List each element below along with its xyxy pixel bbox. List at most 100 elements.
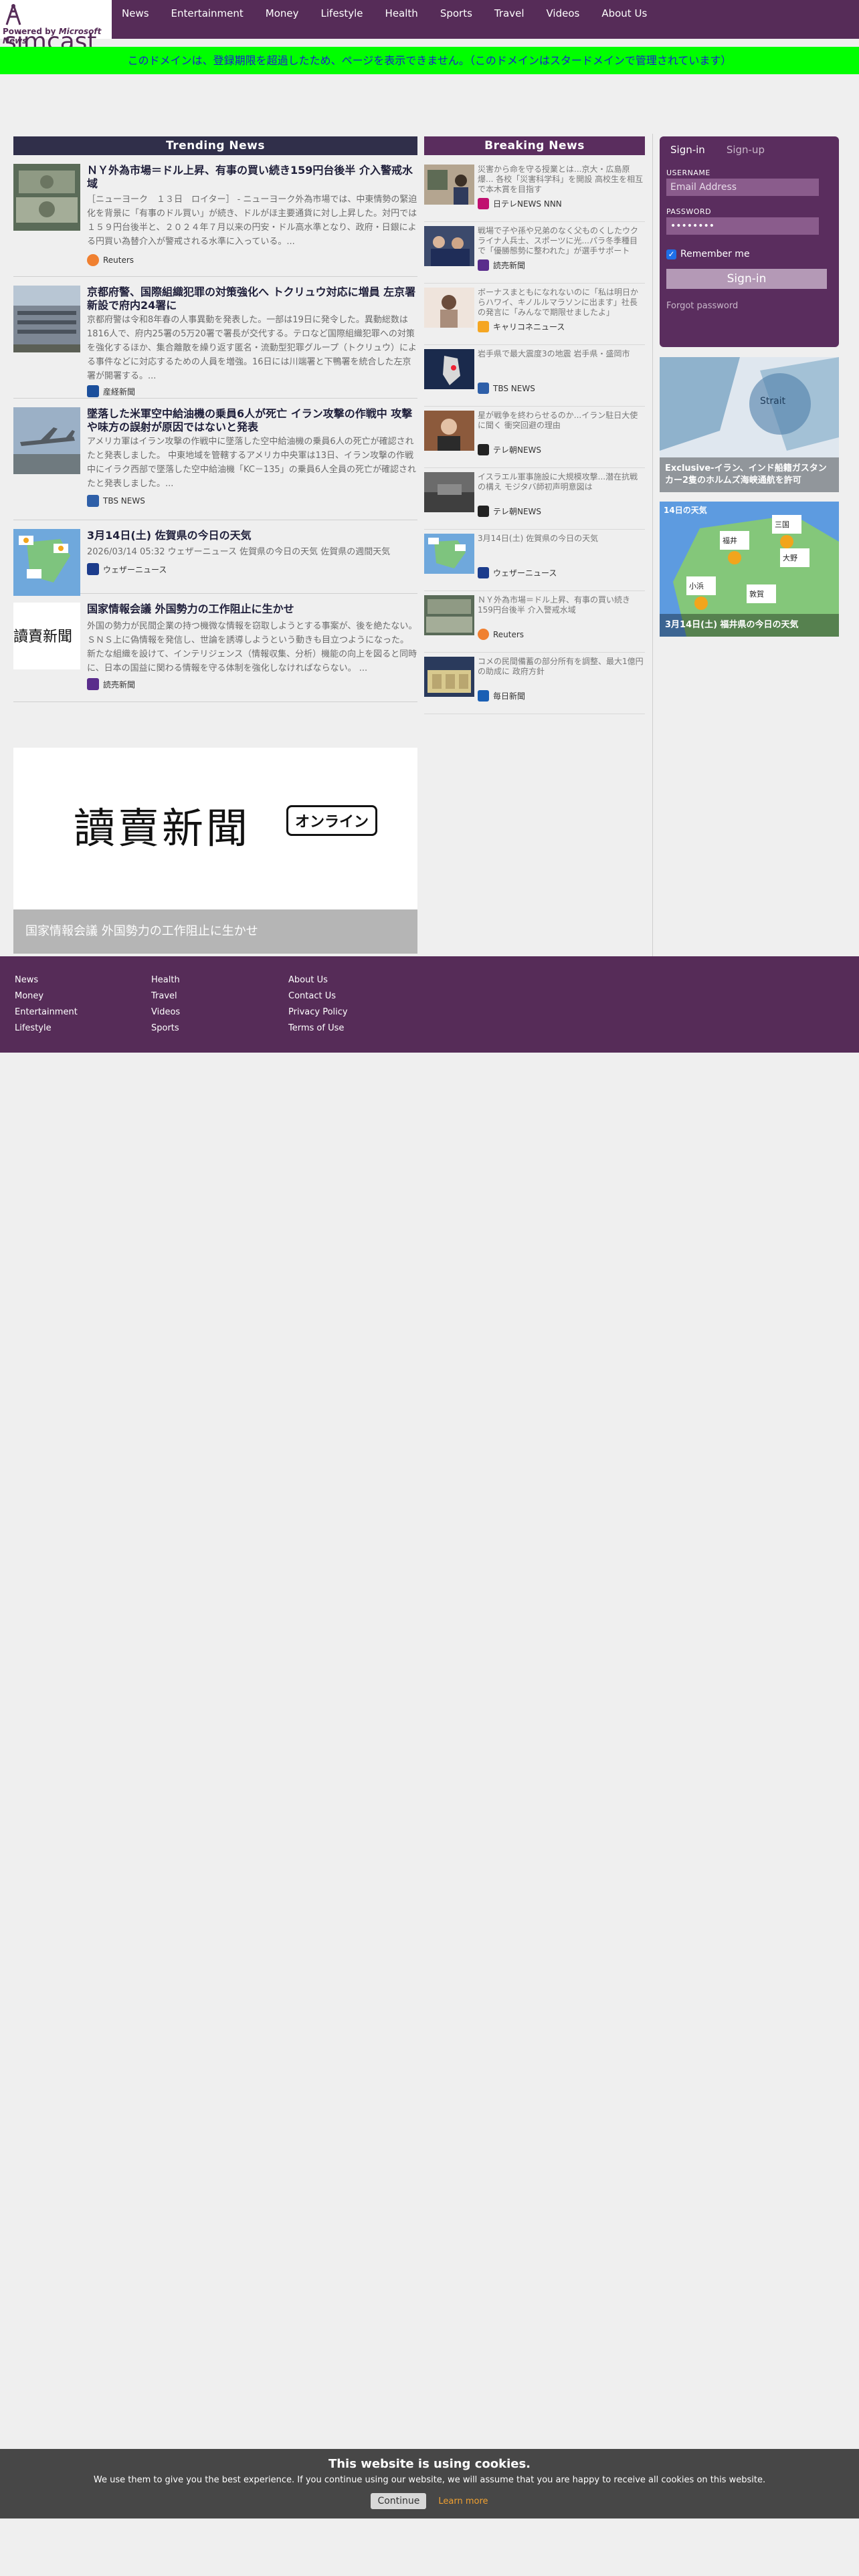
nav-about[interactable]: About Us [601, 0, 658, 27]
weather-map-title: 14日の天気 [664, 506, 707, 515]
nav-videos[interactable]: Videos [547, 0, 591, 27]
source-name: Reuters [493, 629, 524, 639]
trending-title[interactable]: 墜落した米軍空中給油機の乗員6人が死亡 イラン攻撃の作戦中 攻撃や味方の誤射が原… [87, 407, 417, 434]
breaking-item[interactable]: 戦場で子や孫や兄弟のなく父ものくしたウクライナ人兵士、スポーツに光...パラ冬季… [424, 222, 645, 284]
news-card[interactable]: Strait Exclusive-イラン、インド船籍ガスタンカー2隻のホルムズ海… [660, 357, 839, 492]
featured-caption[interactable]: 国家情報会議 外国勢力の工作阻止に生かせ [13, 909, 417, 954]
city-label: 敦賀 [749, 590, 764, 599]
trending-item[interactable]: 讀賣新聞 国家情報会議 外国勢力の工作阻止に生かせ 外国の勢力が民間企業の持つ機… [13, 594, 417, 702]
trending-item[interactable]: 京都府警、国際組織犯罪の対策強化へ トクリュウ対応に増員 左京署新設で府内24署… [13, 277, 417, 399]
nav-lifestyle[interactable]: Lifestyle [321, 0, 375, 27]
svg-text:讀賣新聞: 讀賣新聞 [13, 629, 72, 645]
trending-item[interactable]: 墜落した米軍空中給油機の乗員6人が死亡 イラン攻撃の作戦中 攻撃や味方の誤射が原… [13, 399, 417, 520]
nav-money[interactable]: Money [266, 0, 310, 27]
breaking-text[interactable]: 3月14日(土) 佐賀県の今日の天気 [478, 534, 645, 544]
tbs-icon [478, 383, 489, 394]
trending-summary: 2026/03/14 05:32 ウェザーニュース 佐賀県の今日の天気 佐賀県の… [87, 547, 391, 557]
weather-map-thumbnail[interactable] [13, 529, 80, 596]
breaking-text[interactable]: 岩手県で最大震度3の地震 岩手県・盛岡市 [478, 349, 645, 359]
site-logo[interactable]: simcast Powered by Microsoft News [0, 0, 112, 56]
breaking-item[interactable]: 岩手県で最大震度3の地震 岩手県・盛岡市 TBS NEWS [424, 345, 645, 407]
trending-item[interactable]: 3月14日(土) 佐賀県の今日の天気 2026/03/14 05:32 ウェザー… [13, 520, 417, 596]
breaking-item[interactable]: 星が戦争を終わらせるのか...イラン駐日大使に聞く 衝突回避の理由 テレ朝NEW… [424, 407, 645, 468]
cookie-learn-more-link[interactable]: Learn more [438, 2496, 488, 2506]
featured-image[interactable]: 讀賣新聞 オンライン [13, 748, 417, 909]
footer-link[interactable]: News [15, 974, 78, 986]
yomiuri-icon [478, 259, 489, 271]
tvasahi-icon [478, 444, 489, 455]
source-name: TBS NEWS [493, 383, 535, 393]
forgot-password-link[interactable]: Forgot password [666, 301, 738, 311]
trending-title[interactable]: 京都府警、国際組織犯罪の対策強化へ トクリュウ対応に増員 左京署新設で府内24署… [87, 286, 417, 312]
signin-button[interactable]: Sign-in [666, 269, 827, 289]
classroom-thumbnail[interactable] [424, 165, 474, 205]
dollar-bills-thumbnail[interactable] [13, 164, 80, 231]
nav-news[interactable]: News [122, 0, 161, 27]
breaking-item[interactable]: イスラエル軍事施設に大規模攻撃...潜在抗戦の構え モジタバ師初声明意図は テレ… [424, 468, 645, 530]
tab-signup[interactable]: Sign-up [716, 136, 775, 163]
breaking-item[interactable]: 3月14日(土) 佐賀県の今日の天気 ウェザーニュース [424, 530, 645, 591]
password-field[interactable] [666, 217, 819, 235]
footer-link[interactable]: About Us [288, 974, 348, 986]
email-field[interactable] [666, 179, 819, 196]
breaking-text[interactable]: 災害から命を守る授業とは...京大・広島原爆... 各校「災害科学科」を開設 高… [478, 165, 645, 195]
main-nav: News Entertainment Money Lifestyle Healt… [122, 0, 669, 27]
military-thumbnail[interactable] [424, 472, 474, 512]
footer-link[interactable]: Terms of Use [288, 1022, 348, 1035]
trending-title[interactable]: 国家情報会議 外国勢力の工作阻止に生かせ [87, 603, 417, 616]
footer-link[interactable]: Health [151, 974, 180, 986]
breaking-text[interactable]: ＮＹ外為市場＝ドル上昇、有事の買い続き159円台後半 介入警戒水域 [478, 595, 645, 615]
password-label: PASSWORD [666, 207, 712, 216]
dollar-bills-thumbnail[interactable] [424, 595, 474, 635]
remember-checkbox[interactable]: ✓ [666, 249, 676, 259]
tbs-icon [87, 495, 99, 507]
footer-link[interactable]: Lifestyle [15, 1022, 78, 1035]
remember-label: Remember me [680, 249, 750, 259]
tanker-aircraft-thumbnail[interactable] [13, 407, 80, 474]
footer-link[interactable]: Contact Us [288, 990, 348, 1002]
ambassador-thumbnail[interactable] [424, 411, 474, 451]
source-name: ウェザーニュース [493, 568, 557, 578]
nav-entertainment[interactable]: Entertainment [171, 0, 255, 27]
earthquake-map-thumbnail[interactable] [424, 349, 474, 389]
sankei-icon [87, 385, 99, 397]
breaking-item[interactable]: 災害から命を守る授業とは...京大・広島原爆... 各校「災害科学科」を開設 高… [424, 160, 645, 222]
source-name: 読売新聞 [103, 679, 136, 689]
breaking-text[interactable]: 戦場で子や孫や兄弟のなく父ものくしたウクライナ人兵士、スポーツに光...パラ冬季… [478, 226, 645, 256]
rice-warehouse-thumbnail[interactable] [424, 657, 474, 697]
breaking-text[interactable]: イスラエル軍事施設に大規模攻撃...潜在抗戦の構え モジタバ師初声明意図は [478, 472, 645, 492]
trending-title[interactable]: 3月14日(土) 佐賀県の今日の天気 [87, 529, 417, 542]
footer-link[interactable]: Sports [151, 1022, 180, 1035]
footer-link[interactable]: Entertainment [15, 1006, 78, 1018]
tab-signin[interactable]: Sign-in [660, 136, 716, 163]
footer-link[interactable]: Privacy Policy [288, 1006, 348, 1018]
news-card[interactable]: 14日の天気 福井 三国 大野 小浜 敦賀 3月14日(土) 福井県の今日の天気 [660, 502, 839, 637]
breaking-item[interactable]: コメの民間備蓄の部分所有を調整、最大1億円の助成に 政府方針 毎日新聞 [424, 653, 645, 714]
police-building-thumbnail[interactable] [13, 286, 80, 352]
footer-link[interactable]: Videos [151, 1006, 180, 1018]
breaking-text[interactable]: コメの民間備蓄の部分所有を調整、最大1億円の助成に 政府方針 [478, 657, 645, 677]
cookie-continue-button[interactable]: Continue [371, 2493, 427, 2509]
weathernews-icon [87, 563, 99, 575]
tower-logo-icon [5, 4, 21, 25]
breaking-item[interactable]: ボーナスまともになれないのに「私は明日からハワイ、キノルルマラソンに出ます」社長… [424, 284, 645, 345]
source-name: キャリコネニュース [493, 322, 565, 332]
footer-link[interactable]: Travel [151, 990, 180, 1002]
yomiuri-logo-thumbnail[interactable]: 讀賣新聞 [13, 603, 80, 669]
nav-travel[interactable]: Travel [494, 0, 536, 27]
trending-item[interactable]: ＮＹ外為市場＝ドル上昇、有事の買い続き159円台後半 介入警戒水域 ［ニューヨー… [13, 155, 417, 277]
breaking-item[interactable]: ＮＹ外為市場＝ドル上昇、有事の買い続き159円台後半 介入警戒水域 Reuter… [424, 591, 645, 653]
nav-sports[interactable]: Sports [440, 0, 484, 27]
weather-map-thumbnail[interactable] [424, 534, 474, 574]
source-name: 毎日新聞 [493, 691, 526, 701]
trending-title[interactable]: ＮＹ外為市場＝ドル上昇、有事の買い続き159円台後半 介入警戒水域 [87, 164, 417, 191]
woman-portrait-thumbnail[interactable] [424, 288, 474, 328]
breaking-text[interactable]: ボーナスまともになれないのに「私は明日からハワイ、キノルルマラソンに出ます」社長… [478, 288, 645, 318]
footer: News Money Entertainment Lifestyle Healt… [0, 956, 859, 1053]
cookie-title: This website is using cookies. [328, 2457, 531, 2471]
nav-health[interactable]: Health [385, 0, 430, 27]
domain-expired-banner: このドメインは、登録期限を超過したため、ページを表示できません。（このドメインは… [0, 47, 859, 74]
ukraine-soldiers-thumbnail[interactable] [424, 226, 474, 266]
footer-link[interactable]: Money [15, 990, 78, 1002]
breaking-text[interactable]: 星が戦争を終わらせるのか...イラン駐日大使に聞く 衝突回避の理由 [478, 411, 645, 431]
